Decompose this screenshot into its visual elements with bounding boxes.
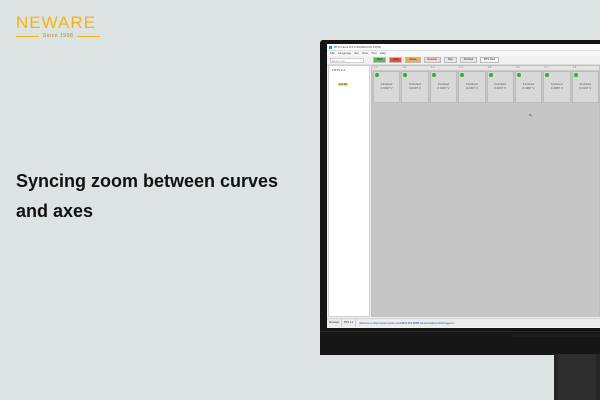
- message-tab[interactable]: Message: [327, 319, 343, 327]
- channel-card[interactable]: Finished 0.0097 V: [401, 71, 429, 103]
- device-tab[interactable]: BTS 2-1: [342, 319, 357, 327]
- menu-item-help[interactable]: Help: [380, 52, 386, 55]
- status-message: Welcome to https://www.neware.net(18B00-…: [359, 321, 455, 325]
- channel-status-icon: [460, 73, 465, 77]
- channel-header-cell: 1-5: [487, 66, 492, 69]
- channel-status-icon: [516, 73, 521, 77]
- headline-line-2: and axes: [16, 201, 94, 221]
- channel-card-row: Finished 0.0007 V Finished 0.0097 V Finished…: [372, 71, 599, 103]
- channel-card[interactable]: Finished 0.2007 V: [458, 71, 486, 103]
- work-area: ▾ BTS 2-1 127.08 1-1 1-2 1-3 1-4 1-5 1-6 1-7 1-…: [327, 65, 600, 328]
- channel-voltage-label: 0.2007 V: [465, 86, 478, 90]
- window-titlebar: BTS Client 8.0.0.60(2024.06.13)(N): [327, 44, 600, 51]
- channel-voltage-label: 0.3997 V: [522, 86, 535, 90]
- channel-card[interactable]: Finished 0.1007 V: [429, 71, 458, 103]
- channel-card[interactable]: Finished 0.3997 V: [514, 71, 543, 103]
- monitor-screen: BTS Client 8.0.0.60(2024.06.13)(N) File …: [327, 44, 600, 328]
- menu-item-file[interactable]: File: [330, 52, 335, 55]
- channel-header-cell: 1-2: [402, 66, 406, 69]
- channel-status-icon: [375, 73, 379, 77]
- channel-card[interactable]: Finished 0.0007 V: [373, 71, 401, 103]
- channel-grid: 1-1 1-2 1-3 1-4 1-5 1-6 1-7 1-8 Finished 0.0007 …: [371, 65, 600, 317]
- channel-header-cell: 1-3: [430, 66, 435, 69]
- mouse-cursor-icon: ↖: [529, 113, 534, 119]
- headline-line-1: Syncing zoom between curves: [16, 171, 279, 191]
- channel-voltage-label: 0.1007 V: [579, 86, 592, 90]
- tagline-rule-right: [77, 35, 100, 37]
- channel-header-cell: 1-1: [374, 66, 378, 69]
- monitor-chin: [320, 331, 600, 355]
- channel-voltage-label: 0.3097 V: [494, 86, 507, 90]
- menu-item-set[interactable]: Set: [354, 52, 359, 55]
- menu-item-view[interactable]: View: [362, 52, 368, 55]
- tagline-rule-left: [16, 35, 39, 37]
- channel-status-icon: [431, 73, 436, 77]
- pause-button[interactable]: Pause: [405, 57, 421, 63]
- status-bar: Message BTS 2-1 Welcome to https://www.n…: [327, 318, 600, 327]
- brand-name: NEWARE: [16, 13, 96, 32]
- channel-status-icon: [488, 73, 493, 77]
- tree-root-node[interactable]: ▾ BTS 2-1: [332, 68, 369, 72]
- channel-header-cell: 1-6: [515, 66, 520, 69]
- bts-view-button[interactable]: BTS View: [480, 57, 500, 63]
- channel-card[interactable]: Finished 0.1007 V: [571, 71, 599, 103]
- brand-since: Since 1998: [42, 33, 74, 39]
- menu-item-language[interactable]: Language: [338, 52, 351, 55]
- channel-header-cell: 1-4: [459, 66, 463, 69]
- channel-voltage-label: 0.0007 V: [380, 86, 393, 90]
- monitor-stand: [554, 354, 600, 400]
- chin-strip: [512, 334, 600, 337]
- skip-button[interactable]: Skip: [443, 57, 457, 63]
- resume-button[interactable]: Resume: [423, 57, 441, 63]
- start-button[interactable]: Start: [373, 57, 387, 63]
- channel-status-icon: [545, 73, 550, 77]
- tree-root-label: BTS 2-1: [334, 68, 346, 72]
- channel-status-icon: [403, 73, 408, 77]
- toolbar: Device 1 ch Start Stop Pause Resume Skip…: [327, 56, 600, 65]
- window-title: BTS Client 8.0.0.60(2024.06.13)(N): [334, 44, 382, 49]
- device-search-input[interactable]: Device 1 ch: [330, 57, 364, 63]
- channel-voltage-label: 0.4887 V: [550, 86, 563, 90]
- headline: Syncing zoom between curves and axes: [16, 166, 316, 226]
- brand-tagline: Since 1998: [16, 33, 100, 39]
- device-tree-panel: ▾ BTS 2-1 127.08: [328, 65, 370, 317]
- channel-status-icon: [573, 73, 578, 77]
- channel-voltage-label: 0.0097 V: [409, 86, 422, 90]
- channel-header-cell: 1-7: [544, 66, 548, 69]
- channel-voltage-label: 0.1007 V: [437, 86, 450, 90]
- tree-ip-badge[interactable]: 127.08: [338, 83, 348, 86]
- menu-item-tool[interactable]: Tool: [371, 52, 377, 55]
- app-icon: [329, 45, 332, 49]
- channel-card[interactable]: Finished 0.4887 V: [543, 71, 571, 103]
- channel-header-cell: 1-8: [572, 66, 577, 69]
- neware-logo: NEWARE Since 1998: [16, 14, 106, 39]
- stop-button[interactable]: Stop: [389, 57, 403, 63]
- channel-card[interactable]: Finished 0.3097 V: [486, 71, 514, 103]
- finished-button[interactable]: Finished: [459, 57, 478, 63]
